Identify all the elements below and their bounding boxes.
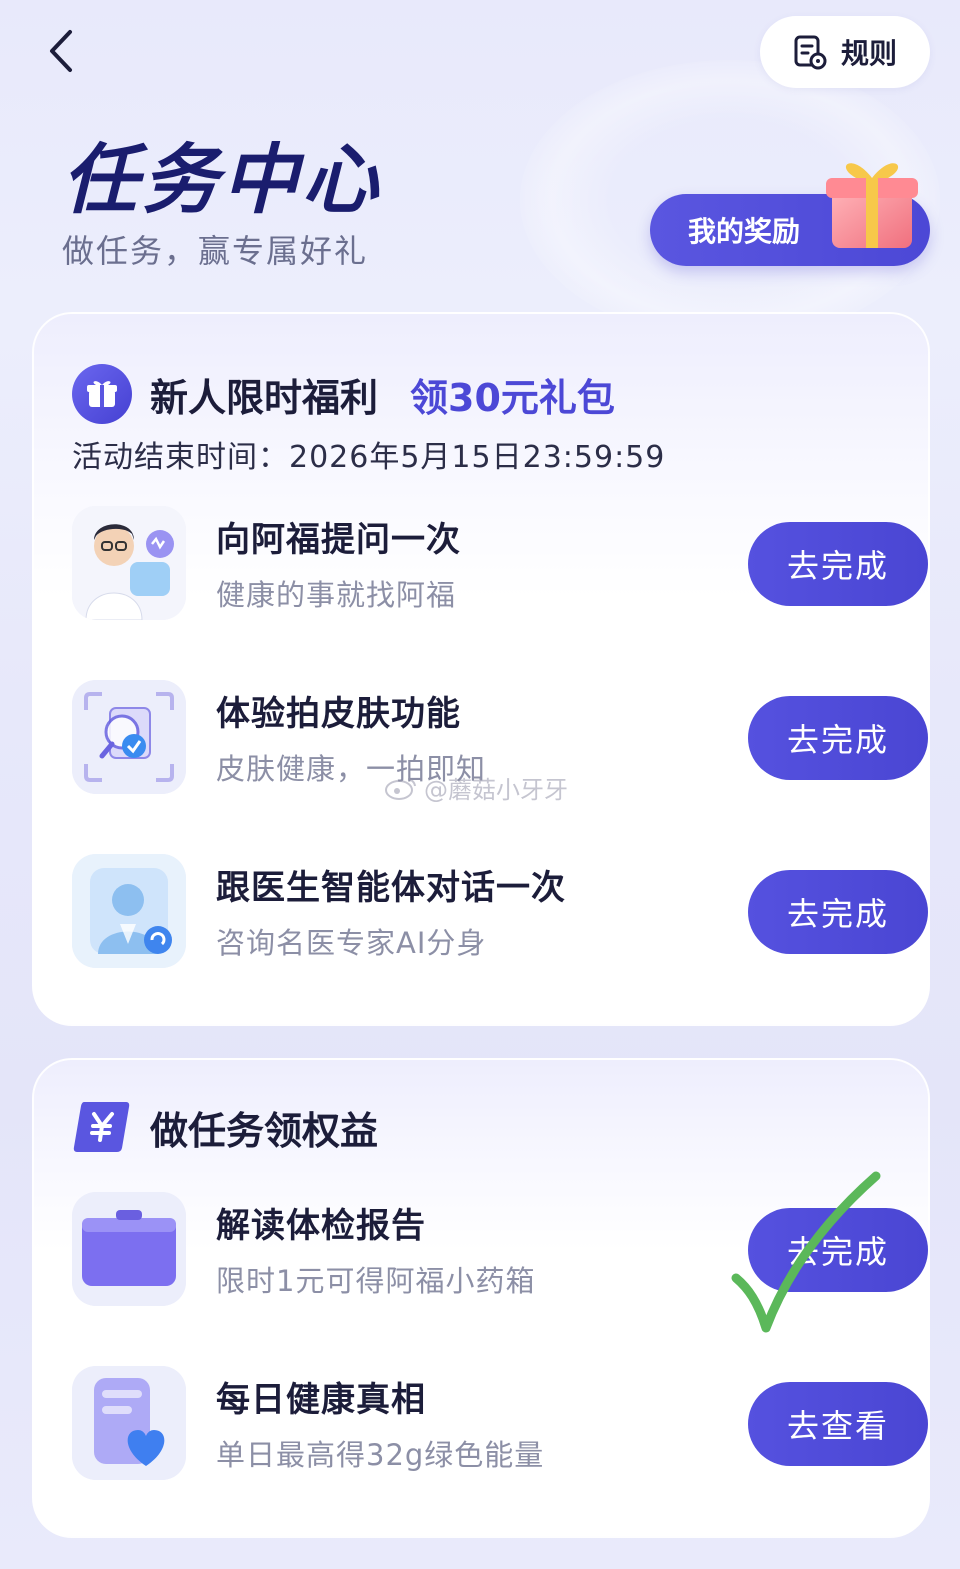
activity-end-time: 活动结束时间：2026年5月15日23:59:59 [72,440,666,475]
ai-doctor-icon [72,854,186,968]
go-complete-button[interactable]: 去完成 [748,696,928,780]
skin-scan-icon [72,680,186,794]
go-view-button[interactable]: 去查看 [748,1382,928,1466]
watermark: @蘑菇小牙牙 [384,770,568,805]
go-complete-button[interactable]: 去完成 [748,522,928,606]
task-desc: 单日最高得32g绿色能量 [216,1438,545,1472]
benefits-header: 做任务领权益 [72,1098,378,1156]
task-title: 每日健康真相 [216,1380,426,1420]
task-row: 解读体检报告 限时1元可得阿福小药箱 去完成 [72,1192,928,1308]
rules-doc-icon [794,35,827,70]
gift-box-icon [826,163,918,248]
chevron-left-icon [50,30,72,72]
weibo-logo-icon [385,777,416,800]
coupon-yen-icon [73,1102,130,1152]
task-title: 体验拍皮肤功能 [216,694,461,734]
go-complete-button[interactable]: 去完成 [748,1208,928,1292]
task-row: 每日健康真相 单日最高得32g绿色能量 去查看 [72,1366,928,1482]
heart-phone-icon [72,1366,186,1480]
newcomer-highlight: 领30元礼包 [410,375,615,420]
benefits-card: 做任务领权益 解读体检报告 限时1元可得阿福小药箱 去完成 每日健康真相 单日最… [32,1058,930,1538]
task-desc: 限时1元可得阿福小药箱 [216,1264,536,1298]
page-subtitle: 做任务，赢专属好礼 [62,232,369,270]
task-desc: 咨询名医专家AI分身 [216,926,487,960]
task-title: 解读体检报告 [216,1206,426,1246]
task-row: 跟医生智能体对话一次 咨询名医专家AI分身 去完成 [72,854,928,970]
doctor-avatar-icon [72,506,186,620]
task-row: 向阿福提问一次 健康的事就找阿福 去完成 [72,506,928,622]
rules-label: 规则 [840,37,897,70]
newcomer-title: 新人限时福利 [150,375,379,420]
task-desc: 健康的事就找阿福 [216,578,457,612]
medicine-box-icon [72,1192,186,1306]
benefits-title: 做任务领权益 [150,1108,379,1153]
newcomer-header: 新人限时福利 领30元礼包 [72,364,615,424]
task-title: 跟医生智能体对话一次 [216,868,566,908]
go-complete-button[interactable]: 去完成 [748,870,928,954]
back-button[interactable] [36,26,86,76]
task-title: 向阿福提问一次 [216,520,461,560]
watermark-text: @蘑菇小牙牙 [424,776,568,804]
gift-icon [72,364,132,424]
page-title: 任务中心 [62,135,382,224]
newcomer-benefit-card: 新人限时福利 领30元礼包 活动结束时间：2026年5月15日23:59:59 … [32,312,930,1026]
rules-button[interactable]: 规则 [760,16,930,88]
my-rewards-label: 我的奖励 [688,215,801,248]
